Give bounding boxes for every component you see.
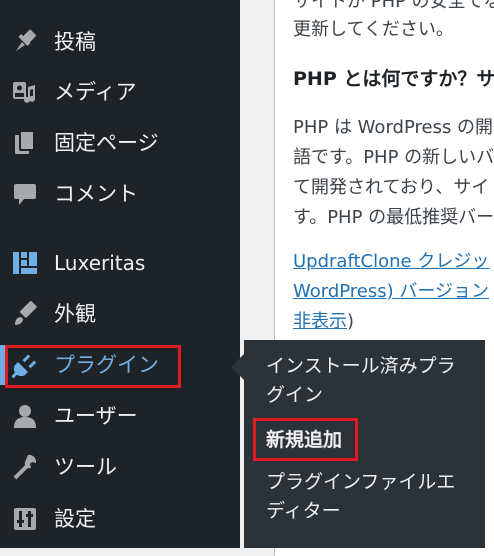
submenu-editor-line1: プラグインファイルエ — [266, 471, 456, 493]
sidebar-item-label: 外観 — [54, 302, 96, 326]
submenu-installed-line2: グイン — [266, 384, 324, 406]
paintbrush-icon — [12, 301, 38, 327]
sidebar-item-plugins[interactable]: プラグイン — [0, 345, 240, 385]
settings-icon — [12, 506, 38, 532]
sidebar-item-label: コメント — [54, 182, 138, 206]
plugins-submenu: インストール済みプラ グイン 新規追加 プラグインファイルエ ディター — [244, 340, 485, 548]
sidebar-item-tools[interactable]: ツール — [0, 447, 240, 487]
sidebar-item-label: 設定 — [54, 507, 96, 531]
submenu-add-new[interactable]: 新規追加 — [266, 426, 471, 455]
notice-text-line: サイトが PHP の安全でな — [293, 0, 494, 12]
pages-icon — [12, 130, 38, 156]
luxeritas-icon — [12, 250, 38, 276]
sidebar-item-label: 投稿 — [54, 30, 96, 54]
sidebar-item-label: メディア — [54, 80, 137, 104]
admin-sidebar: 投稿 メディア 固定ページ コメント Luxeritas 外観 プラグイン ユー… — [0, 0, 240, 548]
sidebar-item-posts[interactable]: 投稿 — [0, 22, 240, 62]
sidebar-item-users[interactable]: ユーザー — [0, 396, 240, 436]
notice-text-line: 更新してください。 — [293, 19, 454, 40]
hide-link-line: 非表示) — [293, 308, 494, 336]
sidebar-item-label: Luxeritas — [54, 251, 146, 275]
submenu-plugin-editor[interactable]: プラグインファイルエ ディター — [266, 468, 471, 526]
active-indicator — [0, 345, 5, 385]
sidebar-item-label: ユーザー — [54, 404, 138, 428]
submenu-installed-line1: インストール済みプラ — [266, 355, 456, 377]
sidebar-item-pages[interactable]: 固定ページ — [0, 123, 240, 163]
wrench-icon — [12, 454, 38, 480]
submenu-editor-line2: ディター — [266, 500, 341, 522]
pushpin-icon — [12, 29, 38, 55]
sidebar-item-settings[interactable]: 設定 — [0, 499, 240, 539]
sidebar-item-media[interactable]: メディア — [0, 72, 240, 112]
plugin-icon — [12, 352, 38, 378]
submenu-pointer — [231, 354, 244, 380]
updraftclone-link[interactable]: UpdraftClone クレジッ — [293, 248, 494, 276]
notice-text-line: 語です。PHP の新しいバ — [293, 147, 494, 168]
sidebar-item-comments[interactable]: コメント — [0, 174, 240, 214]
hide-link[interactable]: 非表示 — [293, 311, 347, 332]
notice-text-line: す。PHP の最低推奨バー — [293, 207, 494, 228]
notice-text-line: て開発されており、サイ — [293, 177, 490, 198]
sidebar-item-appearance[interactable]: 外観 — [0, 294, 240, 334]
notice-heading: PHP とは何ですか？サ — [293, 68, 494, 90]
hide-link-suffix: ) — [347, 311, 355, 332]
user-icon — [12, 403, 38, 429]
sidebar-item-label: プラグイン — [54, 353, 159, 377]
sidebar-item-label: 固定ページ — [54, 131, 159, 155]
sidebar-item-luxeritas[interactable]: Luxeritas — [0, 243, 240, 283]
submenu-installed-plugins[interactable]: インストール済みプラ グイン — [266, 352, 471, 410]
sidebar-item-label: ツール — [54, 455, 117, 479]
wordpress-version-link[interactable]: WordPress) バージョン — [293, 278, 494, 306]
comment-icon — [12, 181, 38, 207]
media-icon — [12, 79, 38, 105]
notice-text-line: PHP は WordPress の開 — [293, 117, 494, 138]
